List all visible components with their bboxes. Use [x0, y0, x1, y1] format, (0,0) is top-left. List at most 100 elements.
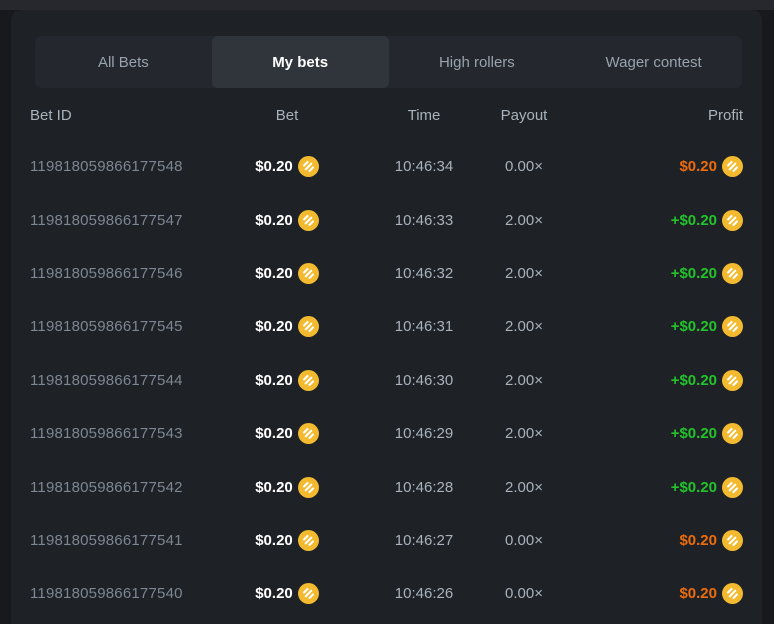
tab-label: All Bets: [98, 54, 149, 71]
bet-payout-cell: 2.00×: [494, 372, 554, 389]
bet-amount-cell: $0.20: [220, 583, 354, 604]
bet-id-cell: 119818059866177544: [30, 372, 220, 389]
busd-coin-icon: [722, 210, 743, 231]
bet-time-cell: 10:46:26: [354, 585, 494, 602]
bet-id-cell: 119818059866177540: [30, 585, 220, 602]
busd-coin-icon: [298, 530, 319, 551]
bet-profit-cell: +$0.20: [554, 370, 743, 391]
bet-payout-cell: 2.00×: [494, 318, 554, 335]
profit-amount: +$0.20: [671, 425, 717, 442]
bet-id-cell: 119818059866177543: [30, 425, 220, 442]
tab-label: Wager contest: [606, 54, 702, 71]
busd-coin-icon: [722, 477, 743, 498]
bet-profit-cell: +$0.20: [554, 423, 743, 444]
tab-my-bets[interactable]: My bets: [212, 36, 389, 88]
busd-coin-icon: [298, 477, 319, 498]
busd-coin-icon: [298, 423, 319, 444]
busd-coin-icon: [298, 370, 319, 391]
busd-coin-icon: [722, 316, 743, 337]
bet-id-cell: 119818059866177545: [30, 318, 220, 335]
busd-coin-icon: [722, 156, 743, 177]
bet-time-cell: 10:46:31: [354, 318, 494, 335]
bet-row[interactable]: 119818059866177542 $0.20 10:46:28 2.00× …: [11, 460, 762, 513]
bet-amount-cell: $0.20: [220, 156, 354, 177]
bet-amount: $0.20: [255, 265, 293, 282]
bet-time-cell: 10:46:28: [354, 479, 494, 496]
bet-amount-cell: $0.20: [220, 423, 354, 444]
bets-panel: All Bets My bets High rollers Wager cont…: [11, 10, 762, 624]
bet-id-cell: 119818059866177548: [30, 158, 220, 175]
busd-coin-icon: [722, 263, 743, 284]
header-time: Time: [354, 107, 494, 124]
profit-amount: +$0.20: [671, 212, 717, 229]
bet-row[interactable]: 119818059866177541 $0.20 10:46:27 0.00× …: [11, 514, 762, 567]
tab-label: My bets: [272, 54, 328, 71]
header-bet: Bet: [220, 107, 354, 124]
bet-amount: $0.20: [255, 158, 293, 175]
profit-amount: $0.20: [679, 158, 717, 175]
page-top-strip: [0, 0, 774, 10]
bet-amount: $0.20: [255, 532, 293, 549]
bet-profit-cell: +$0.20: [554, 263, 743, 284]
profit-amount: +$0.20: [671, 479, 717, 496]
bet-payout-cell: 0.00×: [494, 532, 554, 549]
busd-coin-icon: [722, 423, 743, 444]
bet-profit-cell: $0.20: [554, 530, 743, 551]
tab-high-rollers[interactable]: High rollers: [389, 36, 566, 88]
bet-time-cell: 10:46:33: [354, 212, 494, 229]
bet-row[interactable]: 119818059866177543 $0.20 10:46:29 2.00× …: [11, 407, 762, 460]
tab-wager-contest[interactable]: Wager contest: [565, 36, 742, 88]
busd-coin-icon: [722, 583, 743, 604]
bet-time-cell: 10:46:29: [354, 425, 494, 442]
header-profit: Profit: [554, 107, 743, 124]
bet-amount: $0.20: [255, 479, 293, 496]
bet-amount-cell: $0.20: [220, 316, 354, 337]
bet-payout-cell: 0.00×: [494, 585, 554, 602]
bet-amount-cell: $0.20: [220, 210, 354, 231]
profit-amount: +$0.20: [671, 372, 717, 389]
bet-row[interactable]: 119818059866177545 $0.20 10:46:31 2.00× …: [11, 300, 762, 353]
bet-profit-cell: $0.20: [554, 583, 743, 604]
busd-coin-icon: [298, 156, 319, 177]
bet-profit-cell: +$0.20: [554, 477, 743, 498]
bet-amount: $0.20: [255, 318, 293, 335]
profit-amount: $0.20: [679, 532, 717, 549]
profit-amount: +$0.20: [671, 265, 717, 282]
bet-payout-cell: 2.00×: [494, 265, 554, 282]
bet-payout-cell: 2.00×: [494, 479, 554, 496]
bet-time-cell: 10:46:34: [354, 158, 494, 175]
bets-tab-bar: All Bets My bets High rollers Wager cont…: [35, 36, 742, 88]
bet-row[interactable]: 119818059866177547 $0.20 10:46:33 2.00× …: [11, 193, 762, 246]
bet-id-cell: 119818059866177542: [30, 479, 220, 496]
bet-profit-cell: $0.20: [554, 156, 743, 177]
busd-coin-icon: [298, 210, 319, 231]
bet-row[interactable]: 119818059866177540 $0.20 10:46:26 0.00× …: [11, 567, 762, 620]
bet-payout-cell: 2.00×: [494, 425, 554, 442]
bet-amount: $0.20: [255, 425, 293, 442]
busd-coin-icon: [298, 263, 319, 284]
tab-label: High rollers: [439, 54, 515, 71]
bet-id-cell: 119818059866177547: [30, 212, 220, 229]
bet-amount: $0.20: [255, 585, 293, 602]
bet-amount-cell: $0.20: [220, 530, 354, 551]
bet-profit-cell: +$0.20: [554, 316, 743, 337]
bet-time-cell: 10:46:32: [354, 265, 494, 282]
bet-payout-cell: 2.00×: [494, 212, 554, 229]
bet-row[interactable]: 119818059866177546 $0.20 10:46:32 2.00× …: [11, 247, 762, 300]
bet-profit-cell: +$0.20: [554, 210, 743, 231]
profit-amount: $0.20: [679, 585, 717, 602]
tab-all-bets[interactable]: All Bets: [35, 36, 212, 88]
bet-time-cell: 10:46:30: [354, 372, 494, 389]
bet-amount-cell: $0.20: [220, 477, 354, 498]
bet-payout-cell: 0.00×: [494, 158, 554, 175]
bet-amount: $0.20: [255, 372, 293, 389]
bets-table-body: 119818059866177548 $0.20 10:46:34 0.00× …: [11, 140, 762, 621]
bet-id-cell: 119818059866177546: [30, 265, 220, 282]
header-payout: Payout: [494, 107, 554, 124]
busd-coin-icon: [722, 530, 743, 551]
bet-row[interactable]: 119818059866177544 $0.20 10:46:30 2.00× …: [11, 354, 762, 407]
bet-id-cell: 119818059866177541: [30, 532, 220, 549]
bet-row[interactable]: 119818059866177548 $0.20 10:46:34 0.00× …: [11, 140, 762, 193]
table-header: Bet ID Bet Time Payout Profit: [11, 96, 762, 134]
header-bet-id: Bet ID: [30, 107, 220, 124]
